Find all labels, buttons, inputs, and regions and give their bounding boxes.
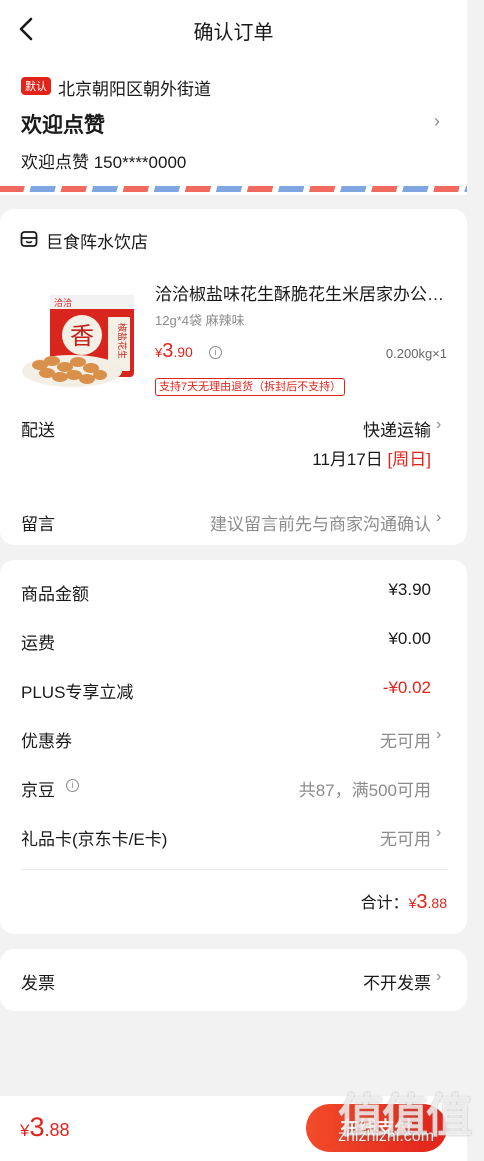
product-price: ¥3.90 bbox=[155, 340, 193, 363]
product-image-pack-text: 椒盐花生 bbox=[116, 323, 128, 359]
shipping-label: 运费 bbox=[21, 634, 55, 653]
product-weight-qty: 0.200kg×1 bbox=[385, 346, 447, 361]
chevron-right-icon: › bbox=[434, 111, 440, 131]
invoice-card[interactable]: 发票 不开发票 › bbox=[0, 949, 467, 1011]
delivery-weekday: [周日] bbox=[387, 450, 431, 469]
chevron-right-icon: › bbox=[436, 968, 442, 985]
scrollbar-track bbox=[467, 0, 484, 1161]
delivery-date-text: 11月17日 bbox=[312, 450, 383, 469]
bottom-total-price: ¥3.88 bbox=[20, 1112, 70, 1143]
shop-name[interactable]: 巨食阵水饮店 bbox=[46, 228, 148, 253]
return-policy-tag: 支持7天无理由退货（拆封后不支持） bbox=[155, 378, 346, 396]
info-icon[interactable]: i bbox=[66, 779, 79, 792]
goods-amount-value: ¥3.90 bbox=[388, 580, 431, 599]
giftcard-label: 礼品卡(京东卡/E卡) bbox=[21, 830, 168, 849]
total-integer: 3 bbox=[416, 891, 428, 913]
fees-card: 商品金额 ¥3.90 运费 ¥0.00 PLUS专享立减 -¥0.02 优惠券 … bbox=[0, 560, 467, 934]
jingdou-label: 京豆 bbox=[21, 781, 55, 800]
giftcard-value[interactable]: 无可用 bbox=[380, 825, 431, 850]
coupon-value[interactable]: 无可用 bbox=[380, 727, 431, 752]
bottom-price-decimal: .88 bbox=[44, 1120, 70, 1140]
product-title[interactable]: 洽洽椒盐味花生酥脆花生米居家办公零食 bbox=[155, 280, 450, 305]
chevron-right-icon: › bbox=[436, 416, 442, 433]
delivery-method[interactable]: 快递运输 bbox=[363, 416, 431, 441]
total-decimal: .88 bbox=[427, 895, 447, 911]
product-spec: 12g*4袋 麻辣味 bbox=[155, 313, 245, 328]
product-image-logo: 洽洽 bbox=[54, 297, 72, 309]
note-label: 留言 bbox=[21, 515, 55, 534]
bottom-price-integer: 3 bbox=[29, 1112, 45, 1142]
address-contact: 欢迎点赞 150****0000 bbox=[21, 153, 187, 172]
watermark-url: zhizhizhi.com bbox=[338, 1128, 435, 1145]
chevron-right-icon: › bbox=[436, 824, 442, 841]
invoice-label: 发票 bbox=[21, 974, 55, 993]
shop-card: 巨食阵水饮店 洽洽 香 椒盐花生 洽洽椒盐味花生酥脆花生米居家办公零食 12g*… bbox=[0, 209, 467, 545]
plus-discount-value: -¥0.02 bbox=[382, 678, 431, 697]
address-detail: 欢迎点赞 bbox=[21, 114, 105, 137]
invoice-value[interactable]: 不开发票 bbox=[363, 969, 431, 994]
plus-discount-label: PLUS专享立减 bbox=[21, 683, 134, 702]
address-card[interactable]: 默认 北京朝阳区朝外街道 欢迎点赞 › 欢迎点赞 150****0000 bbox=[0, 60, 467, 195]
address-region: 北京朝阳区朝外街道 bbox=[58, 80, 211, 99]
default-address-badge: 默认 bbox=[21, 77, 51, 95]
delivery-date: 11月17日 [周日] bbox=[312, 445, 431, 470]
price-integer: 3 bbox=[162, 340, 174, 362]
order-total: 合计：¥3.88 bbox=[361, 889, 447, 914]
page-title: 确认订单 bbox=[193, 22, 274, 44]
goods-amount-label: 商品金额 bbox=[21, 585, 89, 604]
coupon-label: 优惠券 bbox=[21, 732, 72, 751]
total-label: 合计： bbox=[360, 895, 409, 912]
shipping-value: ¥0.00 bbox=[388, 629, 431, 648]
top-bar: 确认订单 bbox=[0, 0, 467, 60]
jingdou-value: 共87，满500可用 bbox=[298, 781, 431, 800]
chevron-right-icon: › bbox=[436, 726, 442, 743]
store-icon bbox=[20, 231, 38, 247]
envelope-stripe bbox=[0, 186, 467, 192]
product-image[interactable]: 洽洽 香 椒盐花生 bbox=[20, 289, 138, 389]
product-image-text: 香 bbox=[70, 322, 94, 350]
divider bbox=[21, 869, 447, 870]
price-decimal: .90 bbox=[173, 344, 193, 360]
info-icon[interactable]: i bbox=[209, 346, 222, 359]
chevron-right-icon: › bbox=[436, 509, 442, 526]
delivery-label: 配送 bbox=[21, 421, 55, 440]
note-input[interactable]: 建议留言前先与商家沟通确认 bbox=[210, 510, 431, 535]
